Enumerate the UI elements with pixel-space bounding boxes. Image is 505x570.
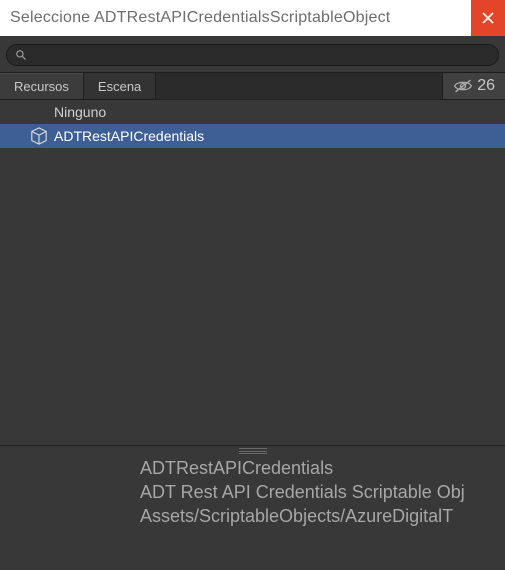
close-icon bbox=[482, 12, 494, 24]
list-item-label: ADTRestAPICredentials bbox=[54, 128, 204, 144]
asset-list: Ninguno ADTRestAPICredentials bbox=[0, 100, 505, 445]
resize-grip[interactable] bbox=[239, 448, 267, 454]
detail-panel: ADTRestAPICredentials ADT Rest API Crede… bbox=[0, 445, 505, 570]
scriptable-object-icon bbox=[30, 127, 48, 145]
tab-label: Escena bbox=[98, 79, 141, 94]
list-item-label: Ninguno bbox=[54, 104, 106, 120]
detail-type: ADT Rest API Credentials Scriptable Obj bbox=[140, 480, 505, 504]
eye-off-icon bbox=[453, 79, 473, 93]
search-input[interactable] bbox=[33, 48, 490, 62]
detail-path: Assets/ScriptableObjects/AzureDigitalT bbox=[140, 504, 505, 528]
search-icon bbox=[15, 49, 27, 61]
tab-label: Recursos bbox=[14, 79, 69, 94]
titlebar: Seleccione ADTRestAPICredentialsScriptab… bbox=[0, 0, 505, 36]
list-item-none[interactable]: Ninguno bbox=[0, 100, 505, 124]
hidden-objects-toggle[interactable]: 26 bbox=[442, 73, 505, 99]
tab-escena[interactable]: Escena bbox=[84, 73, 156, 99]
search-field[interactable] bbox=[6, 44, 499, 66]
search-row bbox=[0, 36, 505, 72]
hidden-count: 26 bbox=[477, 77, 495, 95]
list-item[interactable]: ADTRestAPICredentials bbox=[0, 124, 505, 148]
tabs-spacer bbox=[156, 73, 442, 99]
tabs-row: Recursos Escena 26 bbox=[0, 72, 505, 100]
close-button[interactable] bbox=[471, 0, 505, 36]
tab-recursos[interactable]: Recursos bbox=[0, 73, 84, 99]
detail-name: ADTRestAPICredentials bbox=[140, 456, 505, 480]
window-title: Seleccione ADTRestAPICredentialsScriptab… bbox=[10, 9, 390, 27]
